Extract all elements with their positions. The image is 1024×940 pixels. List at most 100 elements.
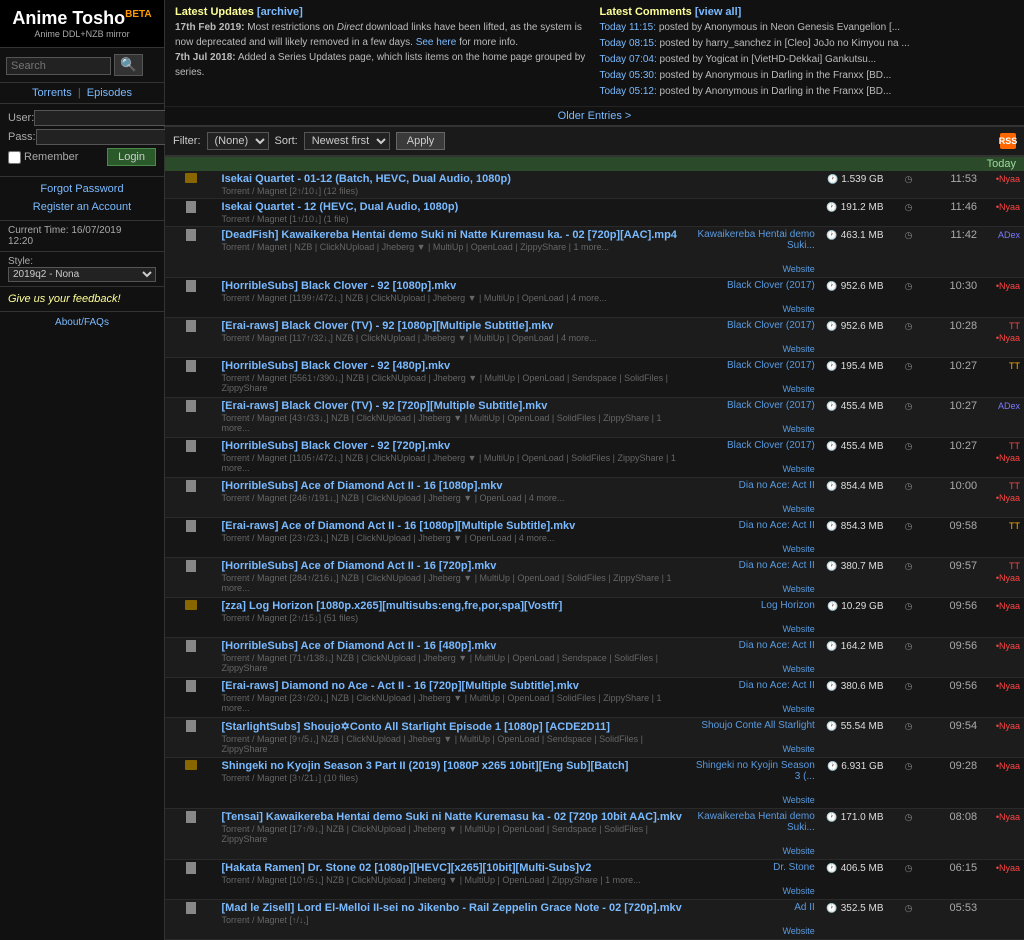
- nyaa-tag: •Nyaa: [996, 202, 1020, 212]
- series-website-link[interactable]: Website: [782, 624, 814, 634]
- series-website-link[interactable]: Website: [782, 544, 814, 554]
- torrent-title-link[interactable]: [Mad le Zisell] Lord El-Melloi II-sei no…: [222, 902, 682, 914]
- file-icon: [186, 680, 196, 692]
- series-website-link[interactable]: Website: [782, 704, 814, 714]
- status-icon: ◷: [905, 174, 913, 184]
- time-value: 09:56: [950, 640, 978, 652]
- series-cell: Black Clover (2017) Website: [690, 278, 819, 318]
- torrent-meta: Torrent / Magnet [5561↑/390↓,] NZB | Cli…: [222, 373, 686, 393]
- series-link[interactable]: Log Horizon: [694, 600, 815, 611]
- about-link[interactable]: About/FAQs: [55, 317, 109, 328]
- archive-link[interactable]: [archive]: [257, 6, 303, 18]
- nav-torrents-link[interactable]: Torrents: [32, 87, 72, 99]
- remember-checkbox[interactable]: [8, 151, 21, 164]
- torrent-title-link[interactable]: [Tensai] Kawaikereba Hentai demo Suki ni…: [222, 811, 682, 823]
- series-cell: Dr. Stone Website: [690, 860, 819, 900]
- status-icon: ◷: [905, 761, 913, 771]
- series-link[interactable]: Black Clover (2017): [694, 320, 815, 331]
- table-row: [Erai-raws] Ace of Diamond Act II - 16 […: [165, 518, 1024, 558]
- apply-button[interactable]: Apply: [396, 132, 446, 150]
- file-icon: [186, 902, 196, 914]
- series-link[interactable]: Black Clover (2017): [694, 360, 815, 371]
- username-input[interactable]: [34, 110, 184, 126]
- torrent-title-link[interactable]: [StarlightSubs] Shoujo✡Conto All Starlig…: [222, 721, 610, 733]
- torrent-title-link[interactable]: [Erai-raws] Black Clover (TV) - 92 [720p…: [222, 400, 548, 412]
- torrent-title-link[interactable]: [Erai-raws] Ace of Diamond Act II - 16 […: [222, 520, 576, 532]
- series-link[interactable]: Shingeki no Kyojin Season 3 (...: [694, 760, 815, 782]
- torrent-meta: Torrent / Magnet [↑/↓,]: [222, 915, 686, 925]
- series-website-link[interactable]: Website: [782, 464, 814, 474]
- login-form: User: Pass: Remember Login: [0, 104, 164, 177]
- torrent-title-link[interactable]: Isekai Quartet - 01-12 (Batch, HEVC, Dua…: [222, 173, 511, 185]
- series-website-link[interactable]: Website: [782, 304, 814, 314]
- forgot-password-link[interactable]: Forgot Password: [8, 181, 156, 199]
- size-value: 10.29 GB: [841, 601, 883, 612]
- feedback-link[interactable]: Give us your feedback!: [8, 293, 121, 305]
- series-link[interactable]: Dia no Ace: Act II: [694, 480, 815, 491]
- search-button[interactable]: 🔍: [114, 54, 143, 76]
- tag-cell: TT •Nyaa: [981, 438, 1024, 478]
- series-cell: Dia no Ace: Act II Website: [690, 558, 819, 598]
- series-website-link[interactable]: Website: [782, 926, 814, 936]
- filter-select[interactable]: (None): [207, 132, 269, 150]
- see-here-link[interactable]: See here: [416, 37, 457, 48]
- series-link[interactable]: Dr. Stone: [694, 862, 815, 873]
- series-website-link[interactable]: Website: [782, 424, 814, 434]
- series-link[interactable]: Dia no Ace: Act II: [694, 680, 815, 691]
- view-all-link[interactable]: [view all]: [695, 6, 741, 18]
- sort-select[interactable]: Newest first: [304, 132, 390, 150]
- register-link[interactable]: Register an Account: [8, 199, 156, 217]
- series-link[interactable]: Kawaikereba Hentai demo Suki...: [694, 811, 815, 833]
- torrent-title-link[interactable]: [HorribleSubs] Black Clover - 92 [480p].…: [222, 360, 451, 372]
- series-link[interactable]: Black Clover (2017): [694, 280, 815, 291]
- torrent-title-link[interactable]: [DeadFish] Kawaikereba Hentai demo Suki …: [222, 229, 677, 241]
- rss-icon[interactable]: RSS: [1000, 133, 1016, 149]
- comments-list: Today 11:15: posted by Anonymous in Neon…: [600, 20, 1015, 100]
- series-website-link[interactable]: Website: [782, 664, 814, 674]
- series-website-link[interactable]: Website: [782, 886, 814, 896]
- series-website-link[interactable]: Website: [782, 584, 814, 594]
- table-row: [HorribleSubs] Black Clover - 92 [720p].…: [165, 438, 1024, 478]
- login-button[interactable]: Login: [107, 148, 156, 166]
- series-website-link[interactable]: Website: [782, 504, 814, 514]
- series-website-link[interactable]: Website: [782, 384, 814, 394]
- time-cell: 05:53: [930, 900, 982, 940]
- type-icon-cell: [165, 558, 218, 598]
- type-icon-cell: [165, 478, 218, 518]
- series-link[interactable]: Ad II: [694, 902, 815, 913]
- older-entries-link[interactable]: Older Entries >: [558, 110, 632, 122]
- series-website-link[interactable]: Website: [782, 264, 814, 274]
- series-link[interactable]: Black Clover (2017): [694, 440, 815, 451]
- series-link[interactable]: Dia no Ace: Act II: [694, 520, 815, 531]
- series-link[interactable]: Shoujo Conte All Starlight: [694, 720, 815, 731]
- file-icon: [186, 201, 196, 213]
- torrent-title-link[interactable]: [Hakata Ramen] Dr. Stone 02 [1080p][HEVC…: [222, 862, 592, 874]
- clock-icon: 🕐: [826, 812, 837, 822]
- series-link[interactable]: Kawaikereba Hentai demo Suki...: [694, 229, 815, 251]
- series-link[interactable]: Black Clover (2017): [694, 400, 815, 411]
- series-website-link[interactable]: Website: [782, 846, 814, 856]
- search-input[interactable]: [6, 57, 111, 75]
- nav-episodes-link[interactable]: Episodes: [87, 87, 132, 99]
- torrent-title-link[interactable]: [HorribleSubs] Black Clover - 92 [1080p]…: [222, 280, 457, 292]
- torrent-title-link[interactable]: [HorribleSubs] Ace of Diamond Act II - 1…: [222, 640, 497, 652]
- type-icon-cell: [165, 171, 218, 199]
- type-icon-cell: [165, 598, 218, 638]
- password-input[interactable]: [36, 129, 186, 145]
- clock-icon: 🕐: [826, 721, 837, 731]
- series-website-link[interactable]: Website: [782, 344, 814, 354]
- torrent-title-link[interactable]: Shingeki no Kyojin Season 3 Part II (201…: [222, 760, 629, 772]
- torrent-title-link[interactable]: Isekai Quartet - 12 (HEVC, Dual Audio, 1…: [222, 201, 459, 213]
- torrent-title-link[interactable]: [zza] Log Horizon [1080p.x265][multisubs…: [222, 600, 563, 612]
- series-website-link[interactable]: Website: [782, 744, 814, 754]
- torrent-title-link[interactable]: [HorribleSubs] Black Clover - 92 [720p].…: [222, 440, 451, 452]
- series-website-link[interactable]: Website: [782, 795, 814, 805]
- torrent-title-link[interactable]: [Erai-raws] Diamond no Ace - Act II - 16…: [222, 680, 579, 692]
- series-cell: Shingeki no Kyojin Season 3 (... Website: [690, 758, 819, 809]
- torrent-title-link[interactable]: [Erai-raws] Black Clover (TV) - 92 [1080…: [222, 320, 554, 332]
- torrent-title-link[interactable]: [HorribleSubs] Ace of Diamond Act II - 1…: [222, 560, 497, 572]
- torrent-title-link[interactable]: [HorribleSubs] Ace of Diamond Act II - 1…: [222, 480, 503, 492]
- style-select[interactable]: 2019q2 - Nona: [8, 267, 156, 282]
- series-link[interactable]: Dia no Ace: Act II: [694, 640, 815, 651]
- series-link[interactable]: Dia no Ace: Act II: [694, 560, 815, 571]
